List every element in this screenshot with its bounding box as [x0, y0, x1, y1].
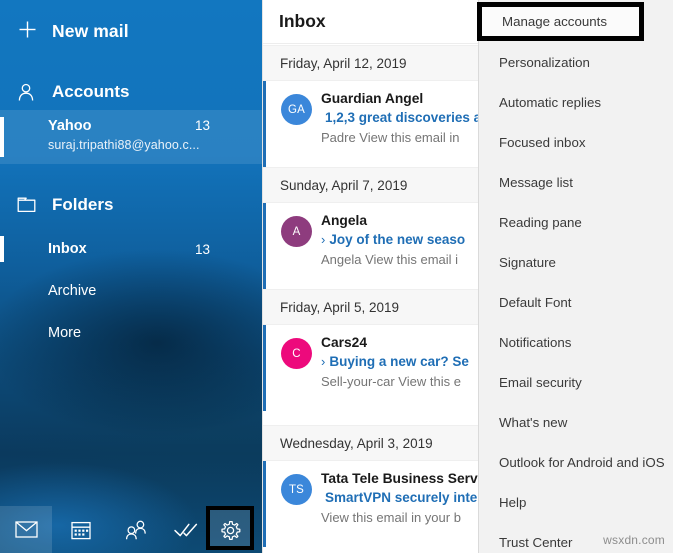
settings-gear-icon[interactable] [208, 510, 252, 550]
message-preview: Angela View this email i [321, 252, 459, 267]
sidebar-folder-inbox[interactable]: Inbox 13 [0, 230, 262, 268]
settings-item-message-list[interactable]: Message list [479, 162, 673, 202]
settings-item-personalization[interactable]: Personalization [479, 42, 673, 82]
app-switcher-bar [0, 506, 262, 553]
settings-item-automatic-replies[interactable]: Automatic replies [479, 82, 673, 122]
settings-item-outlook-mobile[interactable]: Outlook for Android and iOS [479, 442, 673, 482]
sidebar-folder-archive[interactable]: Archive [0, 272, 262, 310]
message-subject-text: Buying a new car? Se [329, 354, 469, 369]
message-list-pane: Inbox Friday, April 12, 2019 GA Guardian… [262, 0, 478, 553]
message-preview: Sell-your-car View this e [321, 374, 461, 389]
date-separator: Friday, April 12, 2019 [263, 45, 478, 81]
plus-icon [14, 20, 52, 43]
message-preview: Padre View this email in [321, 130, 460, 145]
avatar-initials: GA [287, 103, 305, 116]
message-list-title: Inbox [279, 11, 326, 31]
date-separator: Friday, April 5, 2019 [263, 289, 478, 325]
tasks-icon[interactable] [160, 506, 212, 553]
new-mail-button[interactable]: New mail [0, 6, 262, 56]
settings-item-whats-new[interactable]: What's new [479, 402, 673, 442]
message-list-item[interactable]: GA Guardian Angel 1,2,3 great discoverie… [263, 81, 478, 167]
accounts-section-header[interactable]: Accounts [0, 70, 262, 114]
message-sender: Cars24 [321, 335, 368, 350]
message-preview: View this email in your b [321, 510, 461, 525]
message-subject-text: SmartVPN securely inte [325, 490, 478, 505]
unread-indicator [263, 203, 266, 289]
mail-app-window: New mail Accounts Yahoo 13 suraj.tripath… [0, 0, 673, 553]
settings-item-notifications[interactable]: Notifications [479, 322, 673, 362]
date-separator: Sunday, April 7, 2019 [263, 167, 478, 203]
new-mail-label: New mail [52, 20, 129, 41]
message-list-item[interactable]: TS Tata Tele Business Servi SmartVPN sec… [263, 461, 478, 547]
settings-item-help[interactable]: Help [479, 482, 673, 522]
settings-item-email-security[interactable]: Email security [479, 362, 673, 402]
message-list-header: Inbox [263, 0, 478, 44]
message-sender: Angela [321, 213, 367, 228]
sidebar-account-yahoo[interactable]: Yahoo 13 suraj.tripathi88@yahoo.c... [0, 110, 262, 164]
folder-icon [14, 197, 52, 213]
folders-section-header[interactable]: Folders [0, 183, 262, 227]
navigation-sidebar: New mail Accounts Yahoo 13 suraj.tripath… [0, 0, 262, 553]
message-summary: Tata Tele Business Servi SmartVPN secure… [321, 469, 478, 527]
folder-unread-count: 13 [194, 241, 210, 257]
accounts-label: Accounts [52, 82, 130, 101]
avatar: C [281, 338, 312, 369]
message-sender: Guardian Angel [321, 91, 424, 106]
message-summary: Angela › Joy of the new seaso Angela View… [321, 211, 478, 269]
avatar: A [281, 216, 312, 247]
date-separator: Wednesday, April 3, 2019 [263, 425, 478, 461]
expand-chevron-icon: › [321, 232, 326, 247]
settings-item-default-font[interactable]: Default Font [479, 282, 673, 322]
message-subject: › Buying a new car? Se [321, 352, 478, 372]
watermark: wsxdn.com [603, 533, 665, 547]
message-list-item[interactable]: C Cars24 › Buying a new car? Se Sell-your… [263, 325, 478, 411]
avatar-initials: C [292, 347, 301, 360]
folder-selected-indicator [0, 236, 4, 262]
folders-label: Folders [52, 195, 114, 214]
message-subject: 1,2,3 great discoveries a [321, 108, 478, 128]
account-selected-indicator [0, 117, 4, 157]
message-summary: Guardian Angel 1,2,3 great discoveries a… [321, 89, 478, 147]
mail-icon[interactable] [0, 506, 52, 553]
avatar: GA [281, 94, 312, 125]
message-subject: › Joy of the new seaso [321, 230, 478, 250]
sidebar-folder-more[interactable]: More [0, 314, 262, 352]
avatar: TS [281, 474, 312, 505]
settings-item-reading-pane[interactable]: Reading pane [479, 202, 673, 242]
account-unread-count: 13 [194, 118, 210, 133]
folder-label: Inbox [48, 241, 87, 257]
settings-item-manage-accounts-top[interactable]: Manage accounts [482, 2, 639, 41]
message-subject-text: 1,2,3 great discoveries a [325, 110, 478, 125]
settings-flyout-pane: Manage accounts Personalization Automati… [478, 0, 673, 553]
settings-item-focused-inbox[interactable]: Focused inbox [479, 122, 673, 162]
unread-indicator [263, 81, 266, 167]
account-email-address: suraj.tripathi88@yahoo.c... [48, 138, 200, 152]
people-icon[interactable] [110, 506, 162, 553]
folder-label: Archive [48, 283, 97, 299]
message-sender: Tata Tele Business Servi [321, 471, 478, 486]
message-summary: Cars24 › Buying a new car? Se Sell-your-c… [321, 333, 478, 391]
expand-chevron-icon: › [321, 354, 326, 369]
folder-label: More [48, 325, 82, 341]
message-subject: SmartVPN securely inte [321, 488, 478, 508]
avatar-initials: A [292, 225, 301, 238]
message-list-item[interactable]: A Angela › Joy of the new seaso Angela Vi… [263, 203, 478, 289]
message-subject-text: Joy of the new seaso [329, 232, 466, 247]
account-name: Yahoo [48, 118, 92, 134]
unread-indicator [263, 461, 266, 547]
person-icon [14, 83, 52, 102]
settings-item-signature[interactable]: Signature [479, 242, 673, 282]
unread-indicator [263, 325, 266, 411]
avatar-initials: TS [288, 483, 305, 496]
calendar-icon[interactable] [55, 506, 107, 553]
